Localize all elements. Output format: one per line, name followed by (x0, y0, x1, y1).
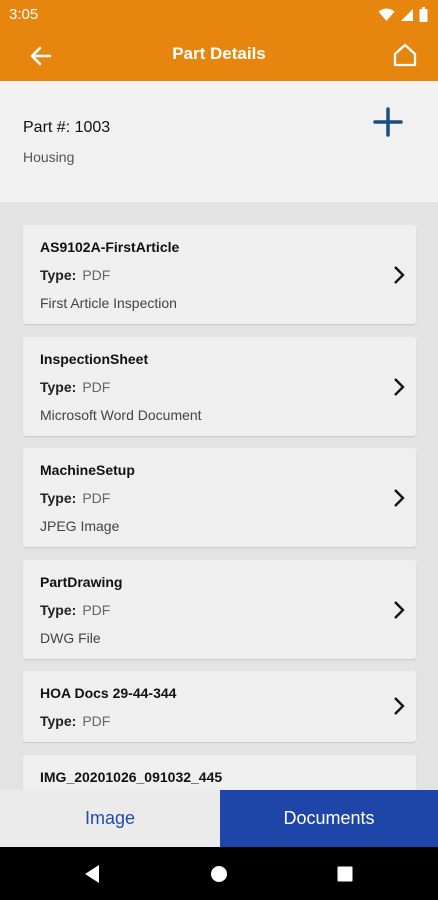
document-type: PDF (82, 713, 111, 729)
document-description: JPEG Image (40, 518, 120, 534)
chevron-right-icon (394, 489, 405, 507)
document-type-row: Type: PDF (40, 713, 110, 729)
tab-documents[interactable]: Documents (220, 790, 438, 847)
document-list[interactable]: AS9102A-FirstArticle Type: PDF First Arti… (0, 202, 438, 790)
battery-icon (419, 7, 428, 22)
nav-back-icon[interactable] (83, 864, 101, 884)
document-name: AS9102A-FirstArticle (40, 239, 180, 255)
home-icon (393, 43, 417, 67)
type-label: Type: (40, 379, 77, 395)
document-name: MachineSetup (40, 462, 135, 478)
type-label: Type: (40, 602, 77, 618)
document-item[interactable]: IMG_20201026_091032_445 (23, 755, 416, 790)
chevron-right-icon (394, 266, 405, 284)
document-item[interactable]: MachineSetup Type: PDF JPEG Image (23, 448, 416, 547)
type-label: Type: (40, 713, 77, 729)
document-description: First Article Inspection (40, 295, 177, 311)
document-name: PartDrawing (40, 574, 123, 590)
document-type-row: Type: PDF (40, 602, 110, 618)
nav-home-icon[interactable] (210, 865, 228, 883)
plus-icon (373, 107, 403, 137)
document-name: InspectionSheet (40, 351, 149, 367)
document-name: IMG_20201026_091032_445 (40, 769, 223, 785)
app-bar: Part Details (0, 30, 438, 81)
type-label: Type: (40, 267, 77, 283)
document-description: DWG File (40, 630, 101, 646)
document-type-row: Type: PDF (40, 490, 110, 506)
document-type-row: Type: PDF (40, 379, 110, 395)
add-document-button[interactable] (371, 105, 405, 139)
chevron-right-icon (394, 601, 405, 619)
part-description: Housing (23, 149, 75, 165)
tab-image[interactable]: Image (0, 790, 220, 847)
part-number: Part #: 1003 (23, 119, 111, 136)
document-description: Microsoft Word Document (40, 407, 202, 423)
page-title: Part Details (172, 44, 266, 63)
document-type-row: Type: PDF (40, 267, 110, 283)
document-name: HOA Docs 29-44-344 (40, 685, 177, 701)
chevron-right-icon (394, 697, 405, 715)
status-bar: 3:05 (0, 0, 438, 30)
wifi-icon (378, 8, 395, 21)
chevron-right-icon (394, 378, 405, 396)
signal-icon (401, 8, 413, 21)
bottom-tab-bar: Image Documents (0, 790, 438, 847)
type-label: Type: (40, 490, 77, 506)
document-type: PDF (82, 602, 111, 618)
document-type: PDF (82, 490, 111, 506)
status-icons (378, 7, 428, 22)
document-item[interactable]: HOA Docs 29-44-344 Type: PDF (23, 671, 416, 742)
document-type: PDF (82, 379, 111, 395)
document-item[interactable]: PartDrawing Type: PDF DWG File (23, 560, 416, 659)
system-nav-bar (0, 847, 438, 900)
status-time: 3:05 (9, 6, 39, 23)
document-item[interactable]: AS9102A-FirstArticle Type: PDF First Arti… (23, 225, 416, 324)
document-type: PDF (82, 267, 111, 283)
nav-recents-icon[interactable] (337, 866, 353, 882)
home-button[interactable] (392, 42, 418, 68)
part-header: Part #: 1003 Housing (0, 81, 438, 202)
document-item[interactable]: InspectionSheet Type: PDF Microsoft Word … (23, 337, 416, 436)
